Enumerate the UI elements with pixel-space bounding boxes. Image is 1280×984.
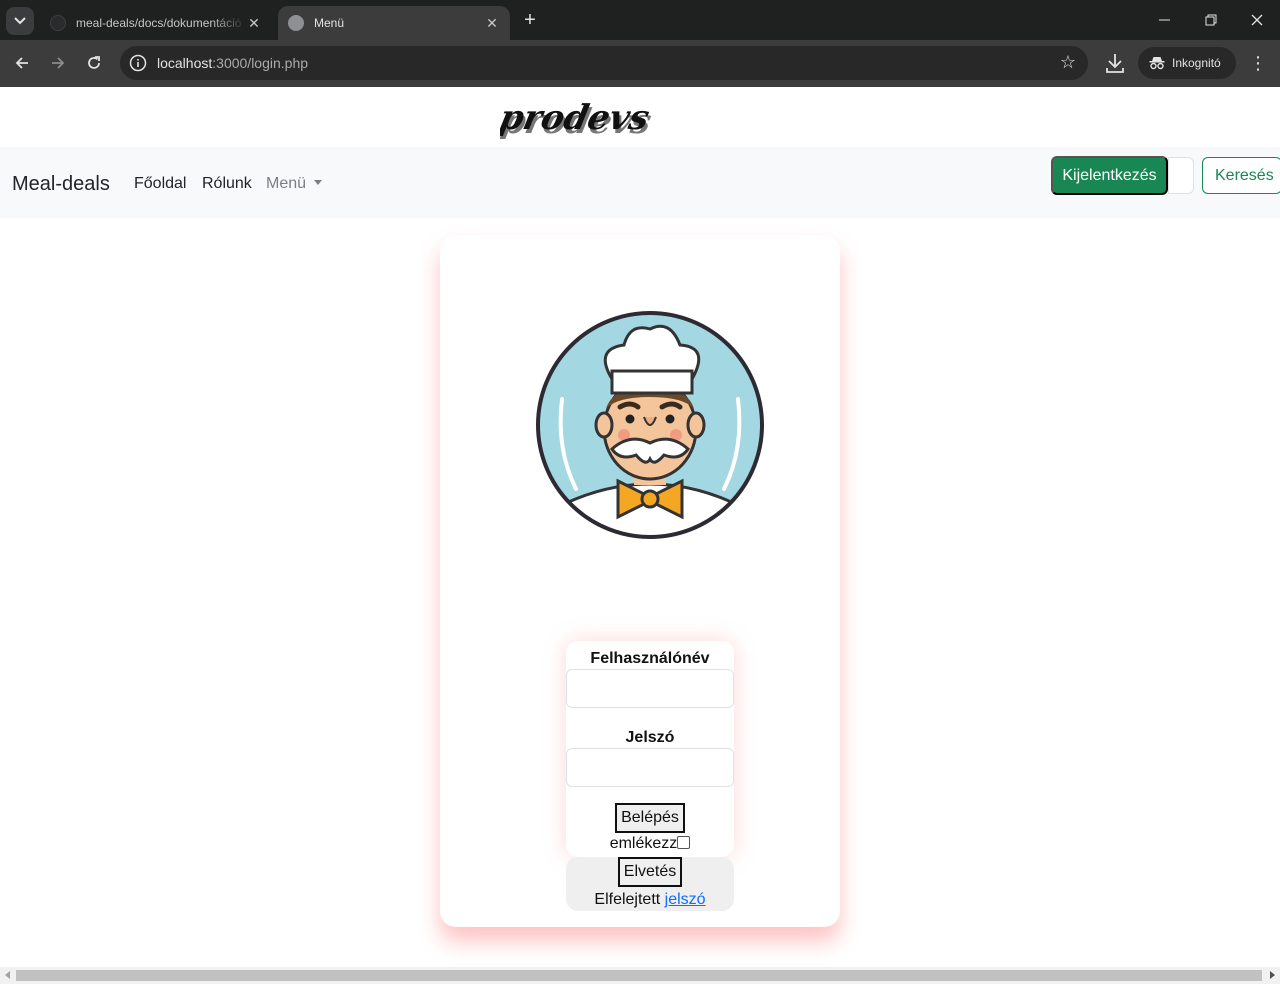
reload-icon[interactable] xyxy=(80,49,108,77)
reset-button[interactable]: Elvetés xyxy=(618,857,682,887)
globe-favicon-icon xyxy=(288,15,304,31)
tab-meal-deals-docs[interactable]: meal-deals/docs/dokumentáció ✕ xyxy=(40,6,272,40)
github-favicon-icon xyxy=(50,15,66,31)
tab-title: meal-deals/docs/dokumentáció xyxy=(76,16,242,30)
page-content: prodevs prodevs Meal-deals Főoldal Rólun… xyxy=(0,87,1280,967)
back-icon[interactable] xyxy=(8,49,36,77)
url-text[interactable]: localhost:3000/login.php xyxy=(157,55,308,71)
navbar-brand[interactable]: Meal-deals xyxy=(12,173,110,196)
prodevs-logo: prodevs prodevs xyxy=(500,99,655,139)
scroll-left-icon[interactable] xyxy=(5,971,10,979)
password-input[interactable] xyxy=(566,748,734,787)
forgot-password-text: Elfelejtett xyxy=(594,891,661,908)
tab-title: Menü xyxy=(314,16,345,30)
minimize-button[interactable] xyxy=(1150,8,1180,32)
incognito-label: Inkognitó xyxy=(1172,56,1221,70)
chef-avatar-image xyxy=(536,311,764,539)
forgot-password-row: Elfelejtett jelszó xyxy=(566,891,734,909)
username-input[interactable] xyxy=(566,669,734,708)
incognito-indicator[interactable]: Inkognitó xyxy=(1138,47,1236,79)
url-host: localhost xyxy=(157,55,213,71)
forward-icon[interactable] xyxy=(44,49,72,77)
bookmark-star-icon[interactable]: ☆ xyxy=(1060,52,1076,73)
login-button[interactable]: Belépés xyxy=(615,803,685,833)
search-button[interactable]: Keresés xyxy=(1202,157,1280,194)
restore-button[interactable] xyxy=(1196,8,1226,32)
nav-link-about[interactable]: Rólunk xyxy=(202,175,252,193)
tab-list-icon[interactable] xyxy=(6,7,34,35)
logout-button[interactable]: Kijelentkezés xyxy=(1051,156,1168,195)
url-path: :3000/login.php xyxy=(212,55,309,71)
tab-menu[interactable]: Menü ✕ xyxy=(278,6,510,40)
tab-close-icon[interactable]: ✕ xyxy=(484,15,500,32)
menu-kebab-icon[interactable]: ⋮ xyxy=(1248,49,1268,77)
forgot-password-link[interactable]: jelszó xyxy=(665,891,706,908)
scroll-right-icon[interactable] xyxy=(1270,971,1275,979)
username-label: Felhasználónév xyxy=(590,650,710,667)
nav-dropdown-menu[interactable]: Menü xyxy=(266,175,323,193)
remember-me-label: emlékezz xyxy=(609,835,678,852)
horizontal-scrollbar[interactable] xyxy=(0,967,1280,984)
main-navbar: Meal-deals Főoldal Rólunk Menü Kijelentk… xyxy=(0,147,1280,218)
scrollbar-thumb[interactable] xyxy=(16,970,1262,981)
remember-me-row: emlékezz xyxy=(566,835,734,853)
download-icon[interactable] xyxy=(1102,49,1128,77)
tab-close-icon[interactable]: ✕ xyxy=(246,15,262,32)
nav-dropdown-label: Menü xyxy=(266,175,307,192)
login-form: Felhasználónév Jelszó Belépés emlékezz xyxy=(566,641,734,857)
close-window-button[interactable] xyxy=(1242,8,1272,32)
address-bar[interactable]: localhost:3000/login.php ☆ xyxy=(120,46,1088,80)
password-label: Jelszó xyxy=(625,729,675,746)
svg-text:prodevs: prodevs xyxy=(500,99,653,138)
search-input[interactable] xyxy=(1168,157,1194,194)
site-info-icon[interactable] xyxy=(129,54,147,72)
browser-toolbar: localhost:3000/login.php ☆ Inkognitó ⋮ xyxy=(0,40,1280,87)
nav-link-home[interactable]: Főoldal xyxy=(134,175,186,193)
caret-down-icon xyxy=(314,180,323,185)
reset-section: Elvetés Elfelejtett jelszó xyxy=(566,857,734,911)
new-tab-button[interactable]: + xyxy=(518,8,542,32)
incognito-icon xyxy=(1149,57,1165,70)
browser-tabstrip: meal-deals/docs/dokumentáció ✕ Menü ✕ + xyxy=(0,0,1280,40)
remember-me-checkbox[interactable] xyxy=(677,836,691,849)
login-card: Felhasználónév Jelszó Belépés emlékezz E… xyxy=(440,235,840,927)
